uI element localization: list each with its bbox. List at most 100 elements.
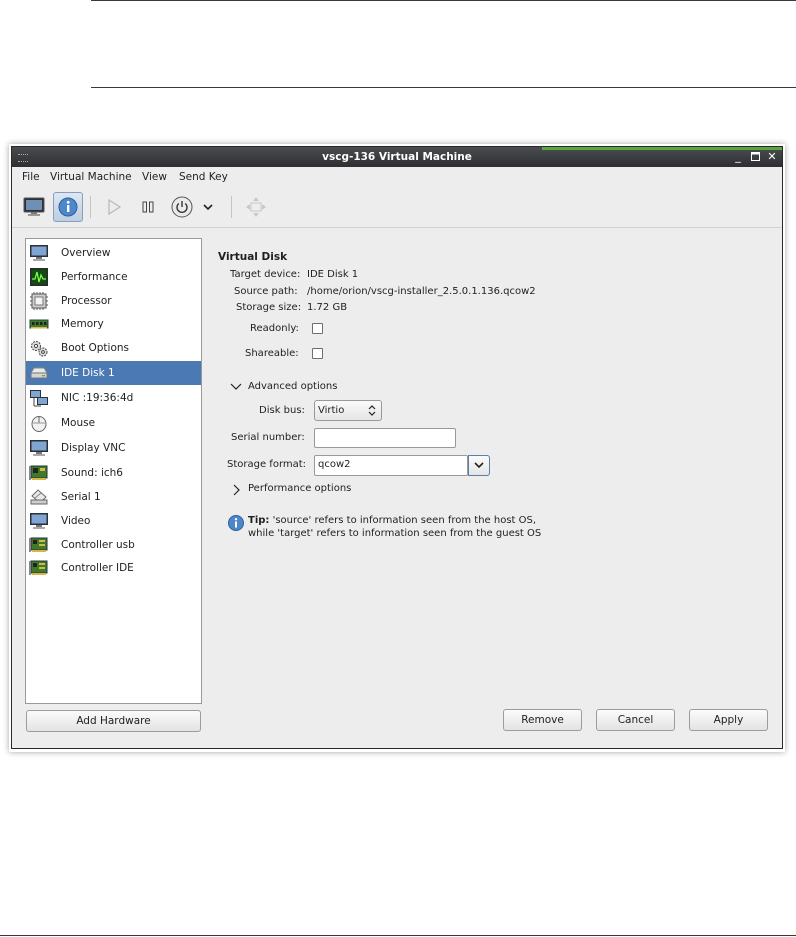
add-hardware-button[interactable]: Add Hardware [26,710,201,732]
sidebar-item-label: Performance [61,271,128,283]
menu-virtual-machine[interactable]: Virtual Machine [50,171,132,183]
menu-view[interactable]: View [142,171,167,183]
tip-text: Tip: 'source' refers to information seen… [248,514,541,540]
sidebar-item-label: IDE Disk 1 [61,367,115,379]
source-path-label: Source path: [234,286,298,297]
close-icon[interactable]: ✕ [764,149,780,165]
shutdown-menu-button[interactable] [198,192,218,222]
readonly-checkbox[interactable] [312,323,323,334]
disk-icon [30,367,48,379]
toolbar [12,187,782,228]
disk-bus-value: Virtio [318,405,345,416]
hardware-list: Overview Performance Processor Memory Bo… [25,238,202,704]
mouse-icon [31,416,47,432]
monitor-icon [23,197,45,216]
memory-icon [29,319,49,329]
sidebar-item-controller-ide[interactable]: Controller IDE [26,556,201,580]
sidebar-item-label: Memory [61,318,104,330]
sidebar-item-label: Mouse [61,417,96,429]
maximize-icon[interactable] [747,149,763,165]
gears-icon [31,341,48,357]
sidebar-item-mouse[interactable]: Mouse [26,411,201,435]
sidebar-item-label: Display VNC [61,442,126,454]
console-button[interactable] [19,192,49,222]
cancel-button[interactable]: Cancel [596,709,675,731]
apply-button[interactable]: Apply [689,709,768,731]
power-icon [171,196,193,218]
toolbar-separator [90,196,91,218]
video-icon [30,513,48,529]
storage-format-combo[interactable]: qcow2 [314,455,468,476]
sidebar-item-label: Controller IDE [61,562,134,574]
remove-button[interactable]: Remove [503,709,582,731]
shareable-label: Shareable: [245,348,299,359]
pause-button[interactable] [133,192,163,222]
window-title: vscg-136 Virtual Machine [322,151,472,163]
sidebar-item-label: NIC :19:36:4d [61,392,134,404]
sidebar-item-serial[interactable]: Serial 1 [26,485,201,509]
serial-number-input[interactable] [314,428,456,448]
menu-bar: File Virtual Machine View Send Key [12,167,782,187]
header-rule-top [91,0,796,1]
title-bar[interactable]: vscg-136 Virtual Machine _ ✕ [12,147,782,167]
sidebar-item-label: Serial 1 [61,491,101,503]
sound-card-icon [29,465,48,480]
sidebar-item-processor[interactable]: Processor [26,289,201,313]
minimize-icon[interactable]: _ [730,149,746,165]
sidebar-item-nic[interactable]: NIC :19:36:4d [26,386,201,410]
expander-closed-icon[interactable] [232,484,240,496]
display-icon [30,440,48,456]
network-icon [30,390,48,407]
pause-icon [142,201,154,213]
disk-bus-select[interactable]: Virtio [314,400,382,421]
vm-window: vscg-136 Virtual Machine _ ✕ File Virtua… [11,146,783,749]
info-icon [228,515,244,531]
sidebar-item-display-vnc[interactable]: Display VNC [26,436,201,460]
monitor-icon [30,245,48,261]
sidebar-item-overview[interactable]: Overview [26,241,201,265]
move-icon [246,197,266,217]
disk-bus-label: Disk bus: [259,405,305,416]
serial-number-label: Serial number: [231,432,305,443]
sidebar-item-memory[interactable]: Memory [26,312,201,336]
section-title: Virtual Disk [218,251,288,263]
sidebar-item-ide-disk-1[interactable]: IDE Disk 1 [26,361,201,385]
cpu-icon [30,292,48,310]
tip-bold: Tip: [248,515,270,526]
storage-format-label: Storage format: [227,459,307,470]
fullscreen-button[interactable] [241,192,271,222]
shutdown-button[interactable] [167,192,197,222]
controller-icon [29,537,48,552]
storage-size-value: 1.72 GB [307,302,348,313]
titlebar-accent [542,147,782,150]
run-button[interactable] [99,192,129,222]
sidebar-item-label: Overview [61,247,111,259]
sidebar-item-video[interactable]: Video [26,509,201,533]
expander-open-icon[interactable] [230,382,242,392]
target-device-value: IDE Disk 1 [307,269,359,280]
serial-icon [30,489,48,505]
sidebar-item-label: Sound: ich6 [61,467,123,479]
details-button[interactable] [53,192,83,222]
sidebar-item-performance[interactable]: Performance [26,265,201,289]
chevron-down-icon [203,204,213,211]
tip-line-2: while 'target' refers to information see… [248,528,542,539]
sidebar-item-label: Boot Options [61,342,130,354]
source-path-value: /home/orion/vscg-installer_2.5.0.1.136.q… [307,286,536,297]
shareable-checkbox[interactable] [312,348,323,359]
advanced-options-toggle[interactable]: Advanced options [248,381,337,392]
sidebar-item-boot-options[interactable]: Boot Options [26,336,201,360]
readonly-label: Readonly: [250,323,299,334]
sidebar-item-sound[interactable]: Sound: ich6 [26,461,201,485]
controller-icon [29,560,48,575]
performance-options-toggle[interactable]: Performance options [248,483,351,494]
menu-send-key[interactable]: Send Key [179,171,228,183]
play-icon [108,199,122,215]
tip-line-1: 'source' refers to information seen from… [269,515,537,526]
sidebar-item-label: Video [61,515,91,527]
storage-format-dropdown-button[interactable] [468,455,490,476]
info-icon [58,197,78,217]
sidebar-item-controller-usb[interactable]: Controller usb [26,533,201,557]
footer-rule [0,935,796,936]
menu-file[interactable]: File [22,171,40,183]
